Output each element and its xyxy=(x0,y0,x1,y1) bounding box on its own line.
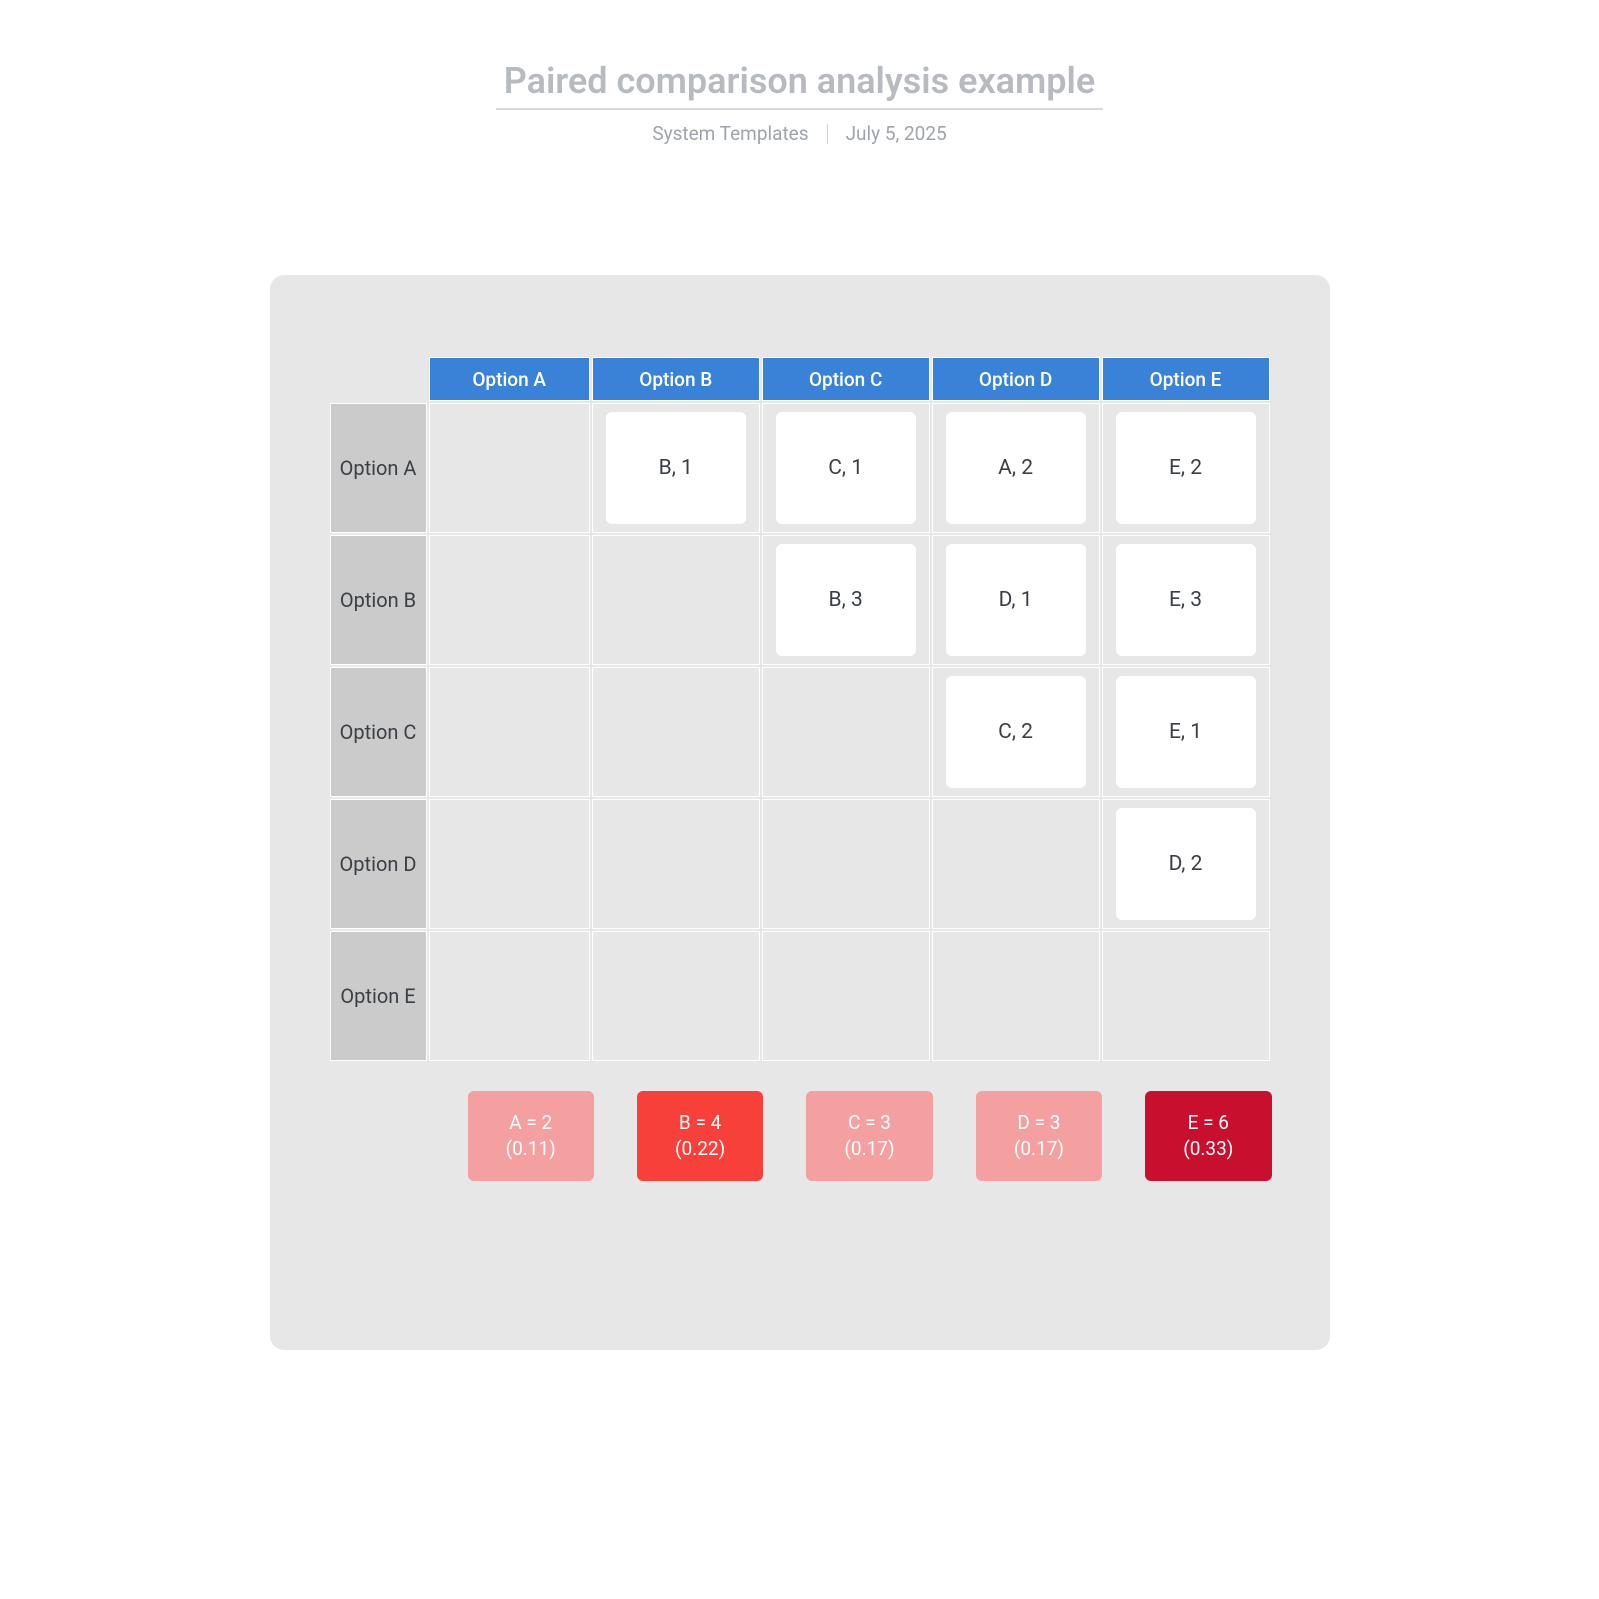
grid-cell: D, 2 xyxy=(1102,799,1270,929)
page-title: Paired comparison analysis example xyxy=(496,60,1104,110)
total-percent: (0.17) xyxy=(844,1136,894,1162)
comparison-card[interactable]: B, 3 xyxy=(776,544,916,656)
grid-cell xyxy=(762,667,930,797)
page-meta: System Templates July 5, 2025 xyxy=(652,122,946,145)
date-label: July 5, 2025 xyxy=(846,122,947,145)
total-box: A = 2(0.11) xyxy=(468,1091,594,1181)
total-box: D = 3(0.17) xyxy=(976,1091,1102,1181)
col-header: Option E xyxy=(1102,357,1270,401)
grid-cell xyxy=(592,799,760,929)
col-header: Option B xyxy=(592,357,760,401)
grid-cell: C, 1 xyxy=(762,403,930,533)
grid-cell: B, 1 xyxy=(592,403,760,533)
row-header: Option A xyxy=(330,403,427,533)
col-header: Option C xyxy=(762,357,930,401)
author-label: System Templates xyxy=(652,122,808,145)
grid-cell xyxy=(429,799,590,929)
grid-cell: C, 2 xyxy=(932,667,1100,797)
col-header: Option A xyxy=(429,357,590,401)
row-header: Option B xyxy=(330,535,427,665)
meta-separator xyxy=(827,124,828,144)
total-label: D = 3 xyxy=(1017,1110,1060,1136)
grid-cell xyxy=(932,931,1100,1061)
grid-cell: E, 3 xyxy=(1102,535,1270,665)
total-box: C = 3(0.17) xyxy=(806,1091,932,1181)
total-percent: (0.33) xyxy=(1183,1136,1233,1162)
col-header: Option D xyxy=(932,357,1100,401)
total-label: C = 3 xyxy=(848,1110,891,1136)
grid-corner xyxy=(330,357,427,401)
total-percent: (0.11) xyxy=(506,1136,556,1162)
row-header: Option D xyxy=(330,799,427,929)
grid-cell xyxy=(762,931,930,1061)
grid-cell xyxy=(429,667,590,797)
total-label: E = 6 xyxy=(1188,1110,1229,1136)
comparison-card[interactable]: A, 2 xyxy=(946,412,1086,524)
comparison-card[interactable]: E, 2 xyxy=(1116,412,1256,524)
grid-cell xyxy=(429,535,590,665)
comparison-card[interactable]: C, 2 xyxy=(946,676,1086,788)
total-label: A = 2 xyxy=(509,1110,552,1136)
comparison-card[interactable]: B, 1 xyxy=(606,412,746,524)
comparison-card[interactable]: D, 1 xyxy=(946,544,1086,656)
grid-cell: E, 2 xyxy=(1102,403,1270,533)
grid-cell: B, 3 xyxy=(762,535,930,665)
grid-cell xyxy=(592,535,760,665)
grid-cell xyxy=(592,931,760,1061)
row-header: Option C xyxy=(330,667,427,797)
comparison-card[interactable]: E, 1 xyxy=(1116,676,1256,788)
total-percent: (0.22) xyxy=(675,1136,725,1162)
total-percent: (0.17) xyxy=(1014,1136,1064,1162)
row-header: Option E xyxy=(330,931,427,1061)
comparison-grid: Option A Option B Option C Option D Opti… xyxy=(328,355,1272,1063)
totals-row: A = 2(0.11)B = 4(0.22)C = 3(0.17)D = 3(0… xyxy=(328,1091,1272,1181)
total-box: B = 4(0.22) xyxy=(637,1091,763,1181)
grid-cell xyxy=(762,799,930,929)
grid-cell: D, 1 xyxy=(932,535,1100,665)
grid-cell xyxy=(429,403,590,533)
grid-cell: A, 2 xyxy=(932,403,1100,533)
total-box: E = 6(0.33) xyxy=(1145,1091,1271,1181)
comparison-card[interactable]: E, 3 xyxy=(1116,544,1256,656)
grid-cell xyxy=(1102,931,1270,1061)
total-label: B = 4 xyxy=(679,1110,721,1136)
grid-cell xyxy=(592,667,760,797)
comparison-card[interactable]: D, 2 xyxy=(1116,808,1256,920)
comparison-card[interactable]: C, 1 xyxy=(776,412,916,524)
grid-cell: E, 1 xyxy=(1102,667,1270,797)
analysis-board: Option A Option B Option C Option D Opti… xyxy=(270,275,1330,1350)
grid-cell xyxy=(932,799,1100,929)
grid-cell xyxy=(429,931,590,1061)
